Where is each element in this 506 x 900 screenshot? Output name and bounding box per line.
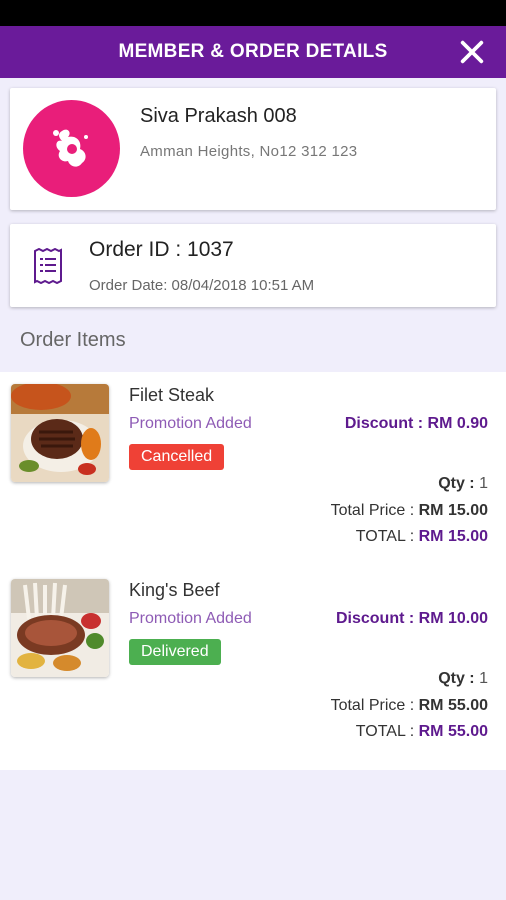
list-item[interactable]: King's Beef Promotion Added Discount : R…	[0, 567, 506, 762]
qty-label: Qty :	[438, 475, 475, 492]
status-badge: Cancelled	[129, 444, 225, 470]
promotion-label: Promotion Added	[129, 415, 252, 432]
steak-image	[11, 384, 109, 482]
total-price-value: RM 15.00	[418, 502, 488, 519]
qty-row: Qty : 1	[438, 670, 488, 688]
qty-value: 1	[479, 475, 488, 492]
qty-label: Qty :	[438, 670, 475, 687]
item-image	[11, 384, 109, 482]
qty-row: Qty : 1	[438, 475, 488, 493]
total-label: TOTAL :	[355, 723, 415, 740]
section-title: Order Items	[20, 329, 126, 351]
item-name: Filet Steak	[129, 385, 215, 405]
total-price-value: RM 55.00	[418, 697, 488, 714]
item-image	[11, 579, 109, 677]
list-item[interactable]: Filet Steak Promotion Added Discount : R…	[0, 372, 506, 567]
order-date: Order Date: 08/04/2018 10:51 AM	[89, 277, 315, 294]
total-price-row: Total Price : RM 55.00	[331, 697, 488, 715]
total-price-row: Total Price : RM 15.00	[331, 502, 488, 520]
total-label: TOTAL :	[355, 528, 415, 545]
discount-label: Discount : RM 0.90	[344, 415, 488, 432]
member-address: Amman Heights, No12 312 123	[140, 143, 358, 160]
status-badge: Delivered	[129, 639, 221, 665]
member-name: Siva Prakash 008	[140, 105, 297, 127]
total-price-label: Total Price :	[330, 697, 415, 714]
page-title: MEMBER & ORDER DETAILS	[118, 41, 388, 62]
discount-label: Discount : RM 10.00	[335, 610, 488, 627]
avatar	[23, 100, 120, 197]
status-bar	[0, 0, 506, 26]
member-card: Siva Prakash 008 Amman Heights, No12 312…	[10, 88, 496, 210]
total-row: TOTAL : RM 15.00	[356, 528, 488, 546]
total-value: RM 55.00	[418, 723, 488, 740]
order-id: Order ID : 1037	[89, 238, 234, 261]
avatar-logo-icon	[52, 129, 88, 167]
close-button[interactable]	[458, 38, 486, 66]
app-header: MEMBER & ORDER DETAILS	[0, 26, 506, 78]
promotion-label: Promotion Added	[129, 610, 252, 627]
order-items-list: Filet Steak Promotion Added Discount : R…	[0, 372, 506, 770]
total-value: RM 15.00	[418, 528, 488, 545]
total-price-label: Total Price :	[330, 502, 415, 519]
close-icon	[460, 40, 484, 64]
receipt-icon	[34, 248, 62, 284]
order-card: Order ID : 1037 Order Date: 08/04/2018 1…	[10, 224, 496, 307]
item-name: King's Beef	[129, 580, 220, 600]
qty-value: 1	[479, 670, 488, 687]
total-row: TOTAL : RM 55.00	[356, 723, 488, 741]
beef-image	[11, 579, 109, 677]
